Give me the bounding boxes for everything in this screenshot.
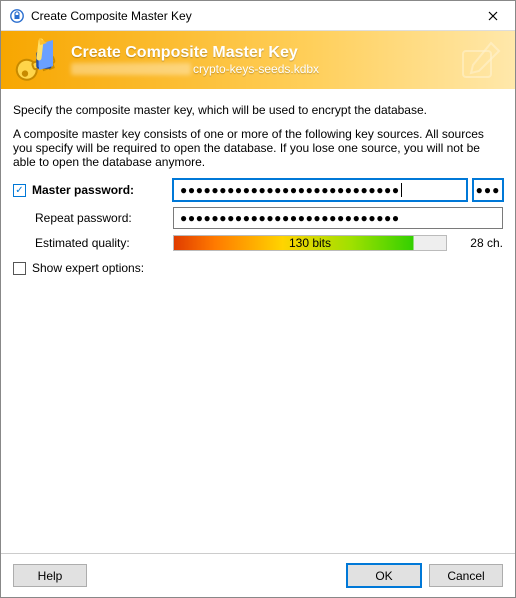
window-title: Create Composite Master Key [31, 9, 470, 23]
master-password-checkbox[interactable]: ✓ [13, 184, 26, 197]
footer: Help OK Cancel [1, 553, 515, 597]
close-button[interactable] [470, 1, 515, 31]
intro-line-1: Specify the composite master key, which … [13, 103, 503, 117]
repeat-password-row: Repeat password: ●●●●●●●●●●●●●●●●●●●●●●●… [13, 207, 503, 229]
pencil-watermark-icon [457, 37, 503, 86]
repeat-password-value: ●●●●●●●●●●●●●●●●●●●●●●●●●●●● [180, 211, 400, 225]
header-subtitle: crypto-keys-seeds.kdbx [71, 62, 319, 76]
quality-text: 130 bits [289, 236, 331, 250]
header-banner: Create Composite Master Key crypto-keys-… [1, 31, 515, 89]
master-password-label: Master password: [32, 183, 134, 197]
master-password-input[interactable]: ●●●●●●●●●●●●●●●●●●●●●●●●●●●● [173, 179, 467, 201]
master-password-value: ●●●●●●●●●●●●●●●●●●●●●●●●●●●● [180, 183, 400, 197]
filename-suffix: crypto-keys-seeds.kdbx [193, 62, 319, 76]
repeat-password-input[interactable]: ●●●●●●●●●●●●●●●●●●●●●●●●●●●● [173, 207, 503, 229]
cancel-button[interactable]: Cancel [429, 564, 503, 587]
expert-options-label-col: ✓ Show expert options: [13, 261, 173, 275]
quality-row: Estimated quality: 130 bits 28 ch. [13, 235, 503, 251]
repeat-password-label: Repeat password: [13, 211, 173, 225]
estimated-quality-label: Estimated quality: [13, 236, 173, 250]
show-expert-checkbox[interactable]: ✓ [13, 262, 26, 275]
master-password-row: ✓ Master password: ●●●●●●●●●●●●●●●●●●●●●… [13, 179, 503, 201]
titlebar: Create Composite Master Key [1, 1, 515, 31]
intro-line-2: A composite master key consists of one o… [13, 127, 503, 169]
show-expert-label: Show expert options: [32, 261, 144, 275]
reveal-password-button[interactable]: ●●● [473, 179, 503, 201]
redacted-path [71, 63, 191, 75]
char-count: 28 ch. [459, 236, 503, 250]
content-area: Specify the composite master key, which … [1, 89, 515, 553]
ok-button[interactable]: OK [347, 564, 421, 587]
app-lock-icon [9, 8, 25, 24]
quality-bar: 130 bits [173, 235, 447, 251]
expert-options-row: ✓ Show expert options: [13, 261, 503, 275]
header-title: Create Composite Master Key [71, 44, 319, 62]
help-button[interactable]: Help [13, 564, 87, 587]
key-icon [9, 36, 63, 84]
master-password-label-col: ✓ Master password: [13, 183, 173, 197]
